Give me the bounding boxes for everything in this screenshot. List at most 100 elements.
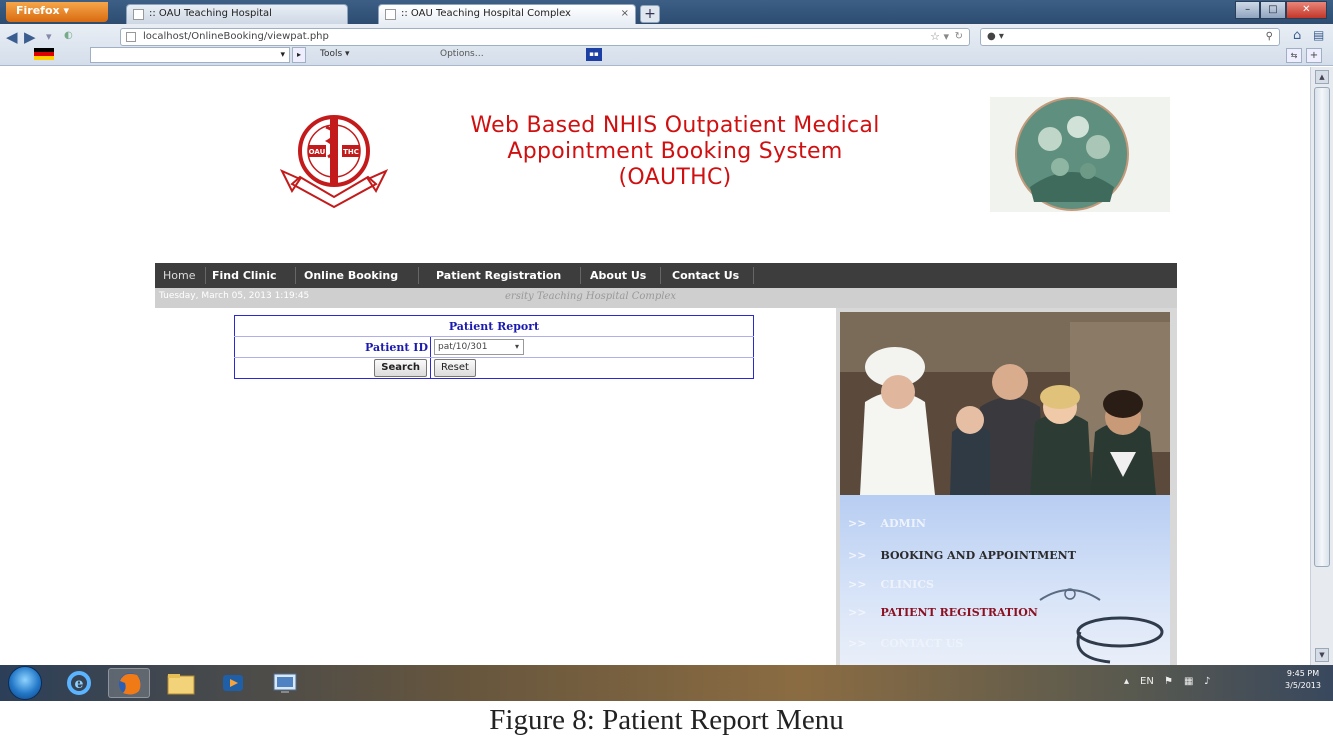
dropdown-arrow-icon: ▾ xyxy=(280,50,285,60)
double-arrow-icon: >> xyxy=(848,637,867,650)
side-link-booking-label: BOOKING AND APPOINTMENT xyxy=(880,549,1076,562)
reload-icon[interactable]: ↻ xyxy=(955,29,963,45)
search-engine-icon[interactable]: ● ▾ xyxy=(987,31,1004,42)
clock-time: 9:45 PM xyxy=(1286,669,1320,678)
toolbar-tools-menu[interactable]: Tools ▾ xyxy=(320,49,350,59)
double-arrow-icon: >> xyxy=(848,606,867,619)
toolbar-badge-icon[interactable]: ▪▪ xyxy=(586,48,602,61)
menu-item-about-us[interactable]: About Us xyxy=(590,263,646,288)
form-title: Patient Report xyxy=(234,315,754,337)
toolbar-extension-icon[interactable]: ⇆ xyxy=(1286,48,1302,63)
firefox-icon[interactable] xyxy=(108,668,150,698)
home-icon[interactable]: ⌂ xyxy=(1293,28,1301,43)
tab-1-label: :: OAU Teaching Hospital xyxy=(149,8,272,19)
search-icon[interactable]: ⚲ xyxy=(1266,29,1273,45)
double-arrow-icon: >> xyxy=(848,517,867,530)
menu-separator xyxy=(205,267,206,284)
flag-icon[interactable] xyxy=(34,48,54,60)
side-panel: >> ADMIN >> BOOKING AND APPOINTMENT >> CLIN… xyxy=(836,308,1177,665)
history-dropdown-icon[interactable]: ▾ xyxy=(46,30,52,43)
addon-toolbar: ▾ ▸ Tools ▾ Options… ▪▪ ⇆ + xyxy=(0,44,1333,66)
figure-caption: Figure 8: Patient Report Menu xyxy=(489,704,844,736)
oauthc-logo: OAU THC xyxy=(279,115,389,209)
side-link-admin[interactable]: >> ADMIN xyxy=(848,517,926,530)
patient-id-cell: pat/10/301 ▾ xyxy=(430,336,754,358)
remote-desktop-icon[interactable] xyxy=(264,668,306,698)
page-icon xyxy=(126,32,136,42)
window-controls: – □ ✕ xyxy=(1235,1,1328,19)
toolbar-tools-label: Tools xyxy=(320,49,343,59)
browser-tab-2[interactable]: :: OAU Teaching Hospital Complex × xyxy=(378,4,636,24)
new-tab-button[interactable]: + xyxy=(640,5,660,23)
site-title: Web Based NHIS Outpatient Medical Appoin… xyxy=(420,113,930,191)
menu-separator xyxy=(660,267,661,284)
main-content: Patient Report Patient ID pat/10/301 ▾ S… xyxy=(155,308,1177,665)
site-title-line-1: Web Based NHIS Outpatient Medical xyxy=(470,113,880,138)
toolbar-add-icon[interactable]: + xyxy=(1306,48,1322,63)
side-link-clinics[interactable]: >> CLINICS xyxy=(848,578,934,591)
reset-button[interactable]: Reset xyxy=(434,359,476,377)
page-scrollbar[interactable]: ▲ ▼ xyxy=(1310,67,1333,665)
scrolling-marquee-text: ersity Teaching Hospital Complex xyxy=(505,291,677,302)
minimize-button[interactable]: – xyxy=(1235,1,1261,19)
close-tab-icon[interactable]: × xyxy=(621,5,629,23)
nurses-photo xyxy=(840,312,1170,495)
double-arrow-icon: >> xyxy=(848,578,867,591)
search-button[interactable]: Search xyxy=(374,359,427,377)
browser-tab-bar: Firefox ▾ :: OAU Teaching Hospital :: OA… xyxy=(0,0,1333,24)
taskbar-clock[interactable]: 9:45 PM 3/5/2013 xyxy=(1275,668,1331,692)
language-icon[interactable]: EN xyxy=(1140,676,1154,687)
close-window-button[interactable]: ✕ xyxy=(1285,1,1328,19)
current-date-text: Tuesday, March 05, 2013 1:19:45 xyxy=(159,291,310,301)
file-explorer-icon[interactable] xyxy=(160,668,202,698)
maximize-button[interactable]: □ xyxy=(1260,1,1286,19)
browser-tab-1[interactable]: :: OAU Teaching Hospital xyxy=(126,4,348,24)
scroll-down-arrow-icon[interactable]: ▼ xyxy=(1315,648,1329,662)
patient-id-select[interactable]: pat/10/301 ▾ xyxy=(434,339,524,355)
tab-2-label: :: OAU Teaching Hospital Complex xyxy=(401,8,571,19)
menu-item-find-clinic[interactable]: Find Clinic xyxy=(212,263,277,288)
network-icon[interactable]: ▦ xyxy=(1184,676,1193,687)
site-title-line-2: Appointment Booking System xyxy=(507,139,843,164)
bookmarks-menu-icon[interactable]: ▤ xyxy=(1313,28,1324,42)
page-favicon-icon xyxy=(385,9,396,20)
logo-text-right: THC xyxy=(343,148,359,156)
bookmark-star-icon[interactable]: ☆ ▾ xyxy=(930,29,949,45)
media-player-icon[interactable] xyxy=(212,668,254,698)
volume-icon[interactable]: ♪ xyxy=(1204,676,1210,687)
show-hidden-icons-icon[interactable]: ▴ xyxy=(1124,676,1129,687)
patient-id-label: Patient ID xyxy=(234,336,431,358)
url-text: localhost/OnlineBooking/viewpat.php xyxy=(143,31,329,42)
main-menu: Home Find Clinic Online Booking Patient … xyxy=(155,263,1177,288)
menu-item-online-booking[interactable]: Online Booking xyxy=(304,263,398,288)
logo-text-left: OAU xyxy=(309,148,326,156)
svg-text:e: e xyxy=(75,676,84,692)
double-arrow-icon: >> xyxy=(848,549,867,562)
menu-separator xyxy=(295,267,296,284)
firefox-menu-button[interactable]: Firefox ▾ xyxy=(6,2,108,22)
page-viewport: OAU THC Web Based NHIS Outpatient Medica… xyxy=(0,67,1310,665)
side-link-contact-us-label: CONTACT US xyxy=(880,637,964,650)
chevron-down-icon: ▾ xyxy=(514,342,519,351)
menu-item-home[interactable]: Home xyxy=(163,263,195,288)
menu-item-patient-registration[interactable]: Patient Registration xyxy=(436,263,561,288)
side-link-clinics-label: CLINICS xyxy=(880,578,934,591)
toolbar-go-button[interactable]: ▸ xyxy=(292,47,306,63)
scrollbar-thumb[interactable] xyxy=(1314,87,1330,567)
windows-taskbar: e ▴ EN ⚑ ▦ ♪ 9:45 PM 3/5/2013 xyxy=(0,665,1333,701)
toolbar-options-menu[interactable]: Options… xyxy=(440,49,484,59)
search-button-cell: Search xyxy=(234,357,431,379)
site-identity-icon[interactable]: ◐ xyxy=(64,30,73,41)
side-link-contact-us[interactable]: >> CONTACT US xyxy=(848,637,963,650)
toolbar-options-label: Options xyxy=(440,49,475,59)
start-button[interactable] xyxy=(8,666,42,700)
menu-separator xyxy=(580,267,581,284)
menu-item-contact-us[interactable]: Contact Us xyxy=(672,263,739,288)
info-bar: Tuesday, March 05, 2013 1:19:45 ersity T… xyxy=(155,288,1177,308)
scroll-up-arrow-icon[interactable]: ▲ xyxy=(1315,70,1329,84)
flag-tray-icon[interactable]: ⚑ xyxy=(1164,676,1173,687)
menu-separator xyxy=(753,267,754,284)
toolbar-search-input[interactable]: ▾ xyxy=(90,47,290,63)
side-link-booking-and-appointment[interactable]: >> BOOKING AND APPOINTMENT xyxy=(848,549,1076,562)
internet-explorer-icon[interactable]: e xyxy=(58,668,100,698)
